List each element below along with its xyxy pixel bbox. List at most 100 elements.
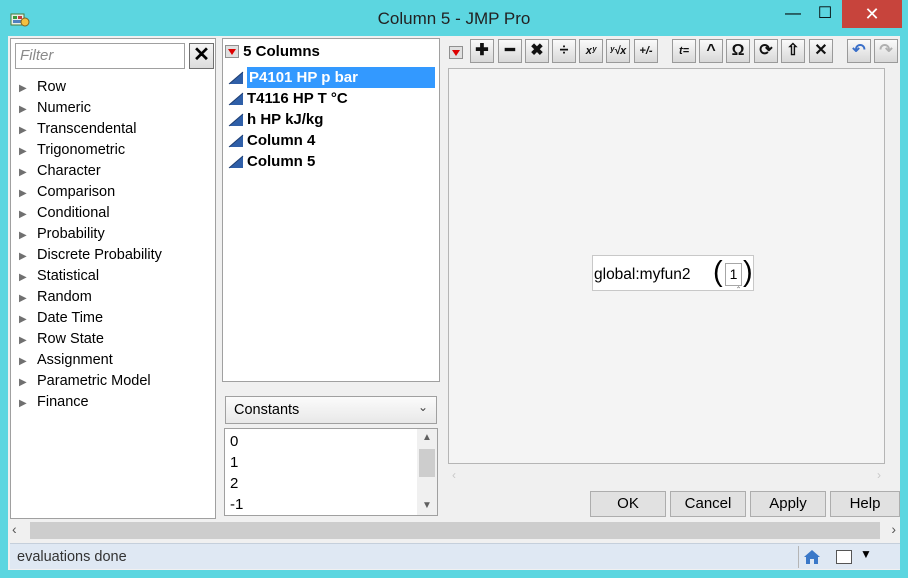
formula-horizontal-scrollbar[interactable]: ‹ › (448, 466, 885, 484)
dropdown-triangle-icon[interactable]: ▼ (860, 547, 872, 561)
expand-triangle-icon[interactable]: ▶ (19, 162, 37, 183)
function-category-item[interactable]: ▶ Transcendental (19, 119, 162, 140)
category-label: Trigonometric (37, 142, 126, 158)
home-icon[interactable] (803, 549, 821, 565)
expand-triangle-icon[interactable]: ▶ (19, 183, 37, 204)
apply-button[interactable]: Apply (750, 491, 826, 517)
function-category-item[interactable]: ▶ Character (19, 161, 162, 182)
column-list: P4101 HP p bar T4116 HP T °C h HP kJ/kg Co… (225, 67, 437, 172)
expand-triangle-icon[interactable]: ▶ (19, 330, 37, 351)
scroll-down-icon[interactable]: ▼ (417, 497, 437, 515)
expand-triangle-icon[interactable]: ▶ (19, 225, 37, 246)
formula-editing-area[interactable]: global:myfun2 ( 1 ‸ ) (448, 68, 885, 464)
cancel-button[interactable]: Cancel (670, 491, 746, 517)
function-category-item[interactable]: ▶ Finance (19, 392, 162, 413)
expand-triangle-icon[interactable]: ▶ (19, 141, 37, 162)
red-triangle-menu-icon[interactable] (225, 45, 239, 58)
scroll-left-icon[interactable]: ‹ (452, 468, 456, 482)
redo-icon[interactable]: ↷ (874, 39, 898, 63)
column-list-item[interactable]: Column 4 (225, 130, 437, 151)
continuous-column-icon (228, 71, 244, 85)
column-list-item[interactable]: h HP kJ/kg (225, 109, 437, 130)
expand-triangle-icon[interactable]: ▶ (19, 204, 37, 225)
scroll-up-icon[interactable]: ▲ (417, 429, 437, 447)
swap-icon[interactable]: ⟳ (754, 39, 778, 63)
chevron-down-icon: ⌄ (417, 400, 428, 414)
divide-icon[interactable]: ÷ (552, 39, 576, 63)
expand-triangle-icon[interactable]: ▶ (19, 288, 37, 309)
function-category-item[interactable]: ▶ Numeric (19, 98, 162, 119)
function-category-item[interactable]: ▶ Discrete Probability (19, 245, 162, 266)
scroll-right-arrow-icon[interactable]: › (891, 521, 896, 537)
window-list-icon[interactable] (836, 550, 852, 564)
expand-triangle-icon[interactable]: ▶ (19, 78, 37, 99)
scroll-thumb[interactable] (419, 449, 435, 477)
expand-triangle-icon[interactable]: ▶ (19, 393, 37, 414)
function-category-item[interactable]: ▶ Probability (19, 224, 162, 245)
expand-triangle-icon[interactable]: ▶ (19, 372, 37, 393)
window-title: Column 5 - JMP Pro (377, 9, 531, 28)
peel-icon[interactable]: ^ (699, 39, 723, 63)
constants-scrollbar[interactable]: ▲ ▼ (417, 429, 437, 515)
minimize-button[interactable]: — (776, 0, 810, 28)
clear-filter-button[interactable]: ✕ (189, 43, 214, 69)
help-button[interactable]: Help (830, 491, 900, 517)
category-label: Transcendental (37, 121, 137, 137)
continuous-column-icon (228, 92, 244, 106)
formula-expression[interactable]: global:myfun2 ( 1 ‸ ) (592, 255, 754, 291)
assign-icon[interactable]: t= (672, 39, 696, 63)
expand-triangle-icon[interactable]: ▶ (19, 351, 37, 372)
title-bar[interactable]: Column 5 - JMP Pro — ☐ ✕ (0, 0, 908, 36)
column-list-item[interactable]: T4116 HP T °C (225, 88, 437, 109)
maximize-button[interactable]: ☐ (808, 0, 842, 28)
expand-triangle-icon[interactable]: ▶ (19, 99, 37, 120)
function-category-item[interactable]: ▶ Conditional (19, 203, 162, 224)
function-category-item[interactable]: ▶ Assignment (19, 350, 162, 371)
multiply-icon[interactable]: ✖ (525, 39, 549, 63)
function-name[interactable]: global:myfun2 (594, 266, 691, 284)
function-category-item[interactable]: ▶ Random (19, 287, 162, 308)
add-icon[interactable]: ✚ (470, 39, 494, 63)
status-bar: evaluations done ▼ (10, 543, 900, 569)
toolbar-red-triangle-icon[interactable] (449, 46, 463, 59)
function-category-item[interactable]: ▶ Trigonometric (19, 140, 162, 161)
scroll-track[interactable] (30, 522, 880, 539)
column-list-item[interactable]: Column 5 (225, 151, 437, 172)
undo-icon[interactable]: ↶ (847, 39, 871, 63)
scroll-left-arrow-icon[interactable]: ‹ (12, 521, 17, 537)
function-category-item[interactable]: ▶ Parametric Model (19, 371, 162, 392)
sign-change-icon[interactable]: +/- (634, 39, 658, 63)
expand-triangle-icon[interactable]: ▶ (19, 120, 37, 141)
constant-item[interactable]: 2 (230, 473, 243, 494)
constant-item[interactable]: 0 (230, 431, 243, 452)
function-category-item[interactable]: ▶ Statistical (19, 266, 162, 287)
expand-triangle-icon[interactable]: ▶ (19, 246, 37, 267)
window-horizontal-scrollbar[interactable]: ‹ › (10, 519, 900, 541)
expand-triangle-icon[interactable]: ▶ (19, 309, 37, 330)
function-category-item[interactable]: ▶ Row (19, 77, 162, 98)
column-label: Column 5 (247, 153, 316, 170)
function-category-item[interactable]: ▶ Row State (19, 329, 162, 350)
close-button[interactable]: ✕ (842, 0, 902, 28)
category-label: Parametric Model (37, 373, 151, 389)
category-label: Character (37, 163, 101, 179)
function-category-item[interactable]: ▶ Date Time (19, 308, 162, 329)
delete-icon[interactable]: ✕ (809, 39, 833, 63)
ok-button[interactable]: OK (590, 491, 666, 517)
expand-triangle-icon[interactable]: ▶ (19, 267, 37, 288)
open-paren: ( (713, 256, 723, 288)
scroll-right-icon[interactable]: › (877, 468, 881, 482)
function-category-item[interactable]: ▶ Comparison (19, 182, 162, 203)
constant-item[interactable]: 1 (230, 452, 243, 473)
subtract-icon[interactable]: ━ (498, 39, 522, 63)
constants-dropdown[interactable]: Constants ⌄ (225, 396, 437, 424)
unary-icon[interactable]: Ω (726, 39, 750, 63)
power-icon[interactable]: xʸ (579, 39, 603, 63)
constant-item[interactable]: -1 (230, 494, 243, 515)
filter-input[interactable]: Filter (15, 43, 185, 69)
local-variable-icon[interactable]: ⇧ (781, 39, 805, 63)
root-icon[interactable]: ʸ√x (606, 39, 630, 63)
column-list-item[interactable]: P4101 HP p bar (225, 67, 437, 88)
category-label: Comparison (37, 184, 116, 200)
columns-header: 5 Columns (225, 43, 320, 63)
